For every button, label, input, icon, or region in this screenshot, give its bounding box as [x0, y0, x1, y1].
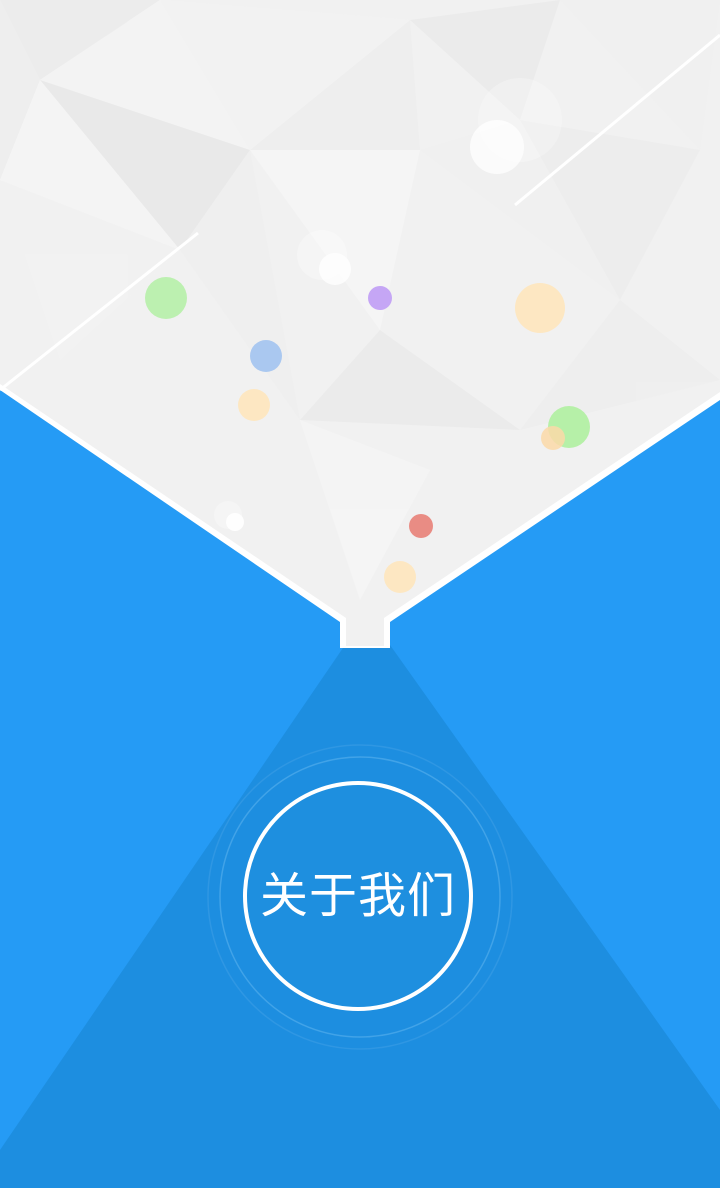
- about-us-label: 关于我们: [259, 868, 456, 924]
- about-us-button[interactable]: 关于我们: [243, 781, 473, 1011]
- splash-screen: 关于我们: [0, 0, 720, 1188]
